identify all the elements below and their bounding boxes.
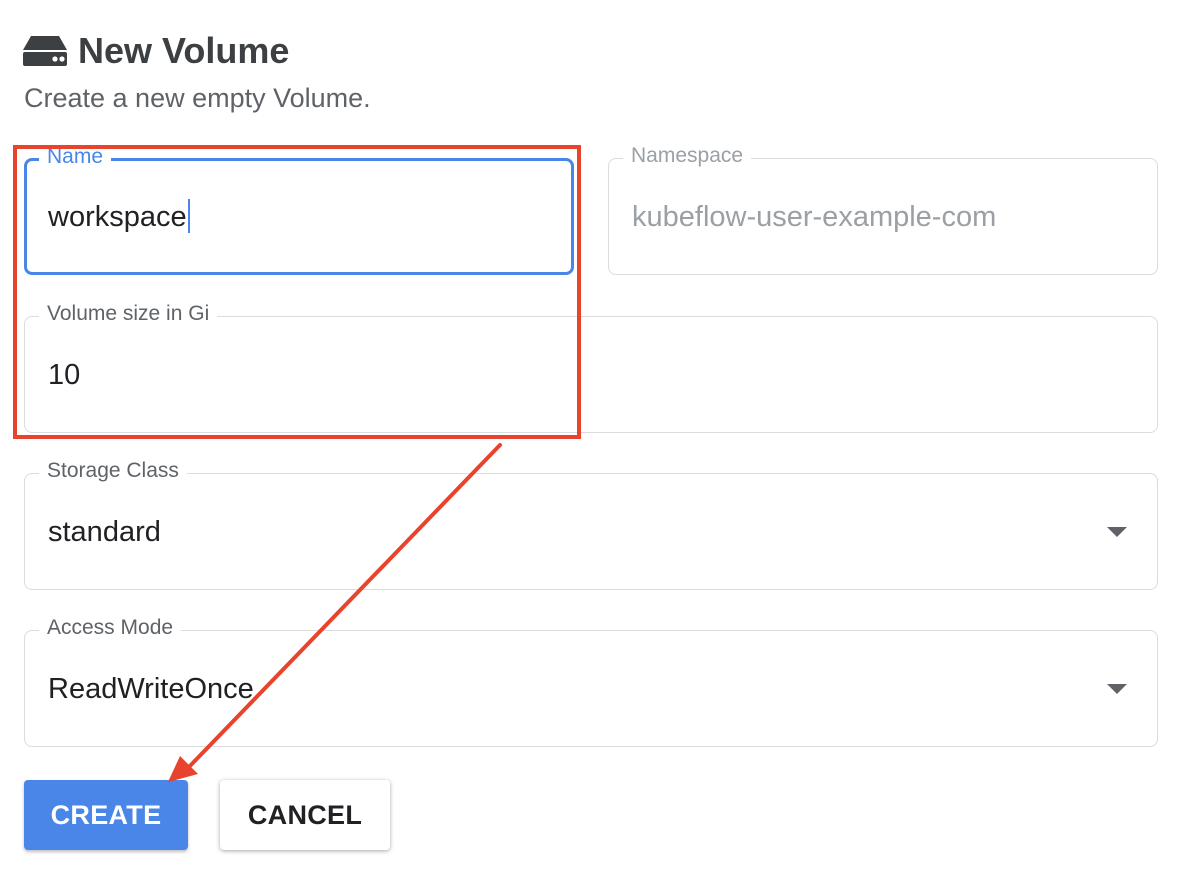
volume-size-field[interactable]: Volume size in Gi 10 (24, 301, 1158, 433)
chevron-down-icon[interactable] (1107, 526, 1127, 537)
access-mode-select[interactable]: Access Mode ReadWriteOnce (24, 615, 1158, 747)
page-title: New Volume (78, 30, 290, 71)
drive-icon (23, 36, 67, 66)
chevron-down-icon[interactable] (1107, 683, 1127, 694)
name-label: Name (39, 144, 112, 170)
page-header: New Volume (22, 28, 289, 74)
storage-class-value: standard (48, 515, 161, 548)
storage-class-select[interactable]: Storage Class standard (24, 458, 1158, 590)
volume-size-label: Volume size in Gi (39, 301, 218, 327)
name-input-value[interactable]: workspace (48, 198, 190, 235)
page-subtitle: Create a new empty Volume. (24, 83, 371, 113)
create-button[interactable]: CREATE (24, 780, 188, 850)
access-mode-value: ReadWriteOnce (48, 672, 254, 705)
cancel-button[interactable]: CANCEL (220, 780, 390, 850)
storage-class-label: Storage Class (39, 458, 187, 484)
access-mode-label: Access Mode (39, 615, 182, 641)
namespace-value: kubeflow-user-example-com (632, 200, 997, 233)
text-caret (187, 198, 190, 233)
namespace-field: Namespace kubeflow-user-example-com (608, 143, 1158, 275)
name-field[interactable]: Name workspace (24, 144, 574, 275)
volume-size-value[interactable]: 10 (48, 357, 80, 393)
namespace-label: Namespace (623, 143, 752, 169)
